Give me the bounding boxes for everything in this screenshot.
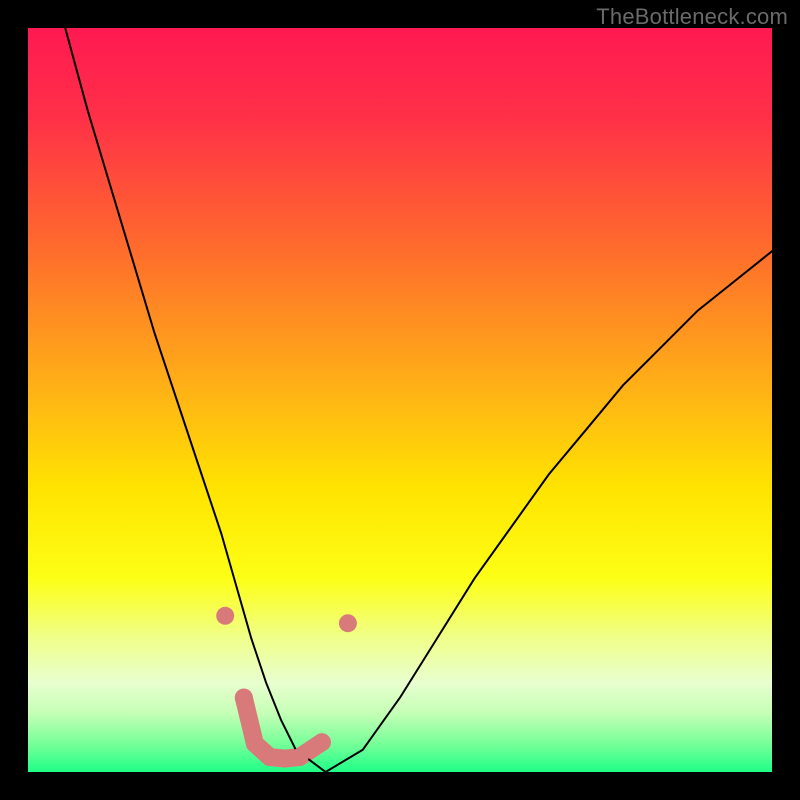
bottleneck-chart [28,28,772,772]
highlight-point [291,748,309,766]
plot-area [28,28,772,772]
gradient-background [28,28,772,772]
chart-frame: TheBottleneck.com [0,0,800,800]
highlight-point [216,607,234,625]
watermark-text: TheBottleneck.com [596,4,788,30]
highlight-point [339,614,357,632]
highlight-point [246,735,264,753]
highlight-point [313,733,331,751]
highlight-point [235,689,253,707]
